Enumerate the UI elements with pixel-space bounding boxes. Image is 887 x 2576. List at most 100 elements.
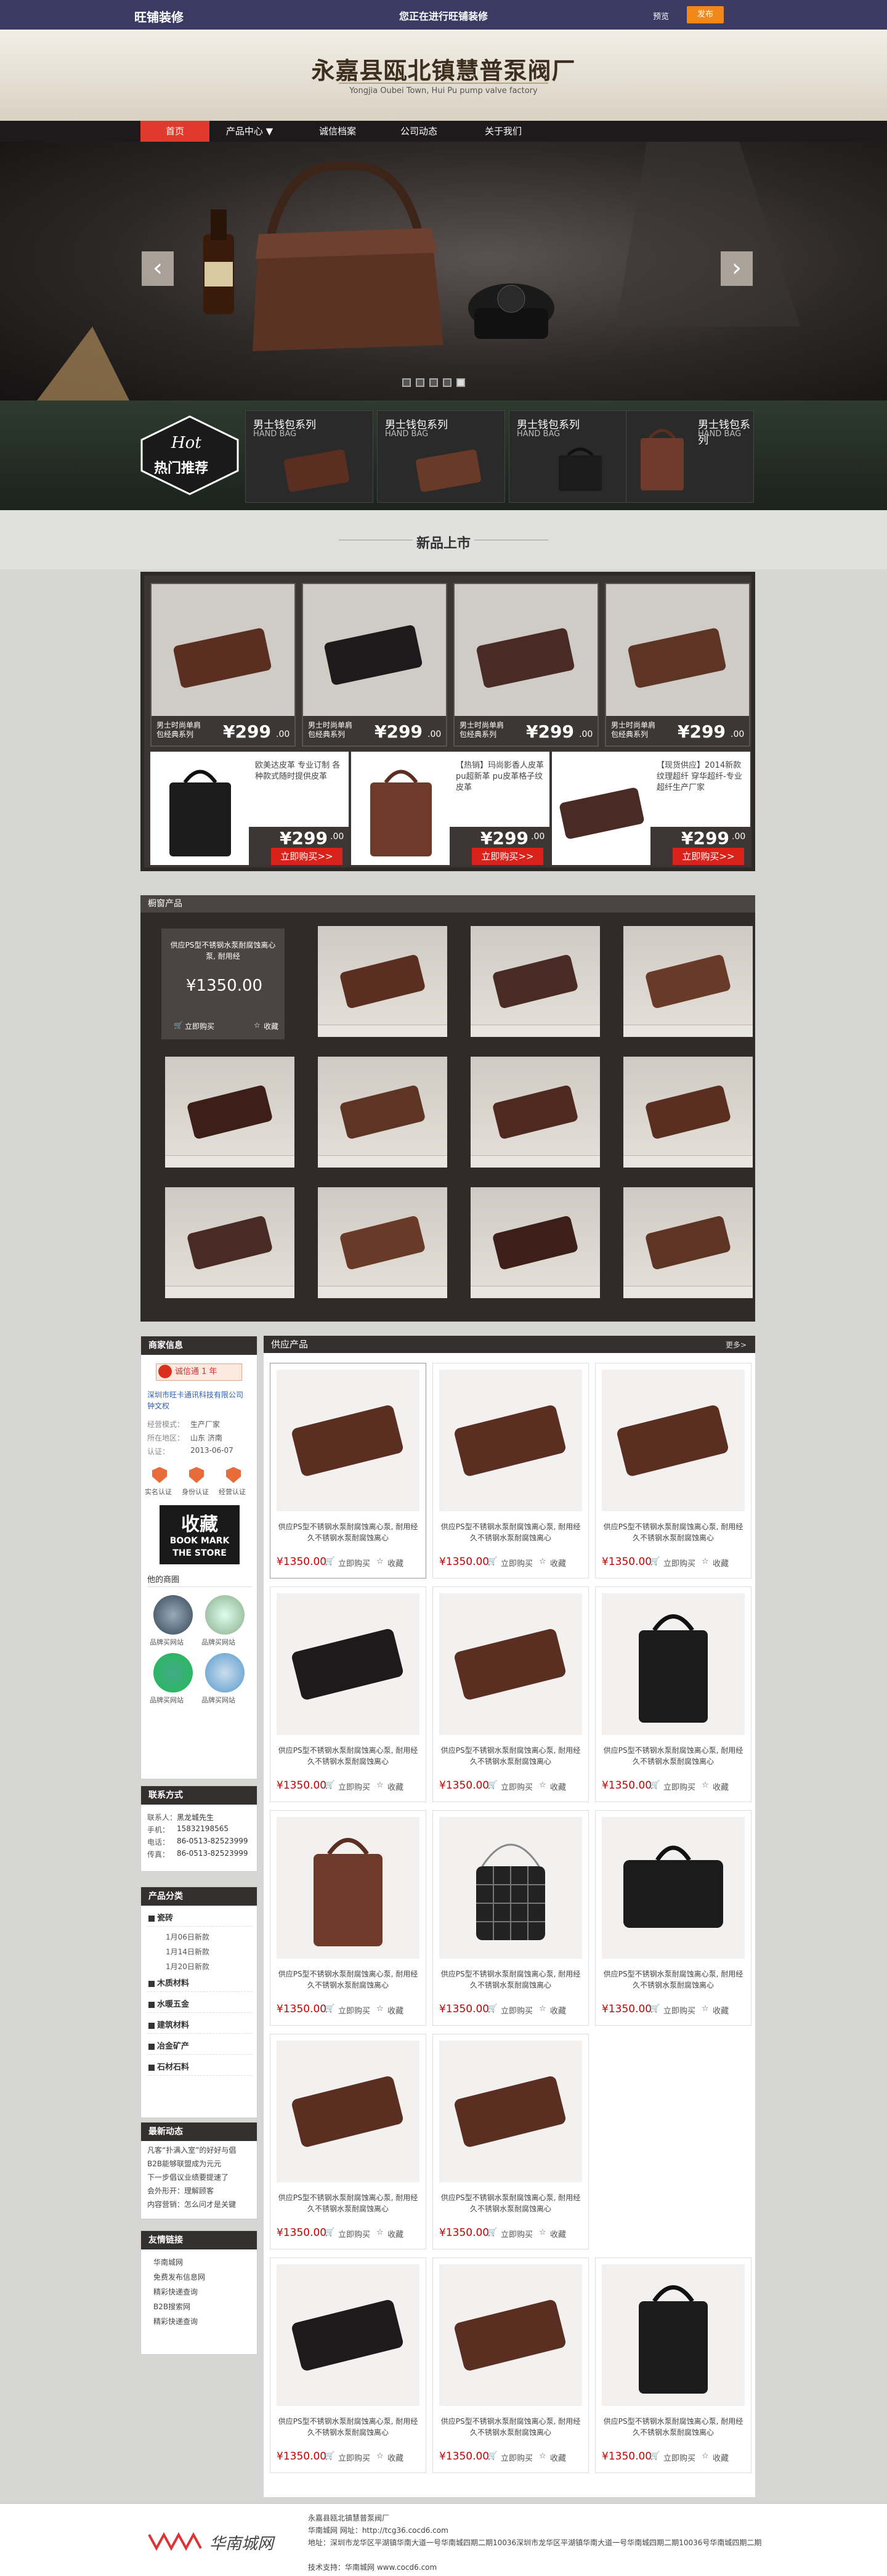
- buy-now-link[interactable]: 立即购买: [338, 2004, 370, 2016]
- product-image[interactable]: [602, 1370, 745, 1511]
- friend-link[interactable]: 华南城网: [153, 2257, 183, 2267]
- product-image[interactable]: [277, 1593, 419, 1735]
- category-group[interactable]: 冶金矿产: [147, 2039, 252, 2055]
- shop-logo-4[interactable]: [205, 1653, 245, 1692]
- shelf-product[interactable]: [318, 1187, 447, 1298]
- shop-logo-1[interactable]: [153, 1595, 193, 1635]
- cart-icon[interactable]: 🛒: [487, 1781, 497, 1790]
- news-item[interactable]: B2B能够联盟成为元元: [147, 2158, 256, 2169]
- banner-next-arrow[interactable]: ›: [721, 251, 753, 286]
- news-item[interactable]: 凡客“扑满入室”的好好与倡: [147, 2145, 256, 2155]
- shelf-product[interactable]: [623, 1057, 753, 1168]
- product-name[interactable]: 供应PS型不锈钢水泵耐腐蚀离心泵, 耐用经久不锈钢水泵耐腐蚀离心: [439, 2416, 582, 2438]
- new-product-card[interactable]: 男士时尚单肩包经典系列 ¥299 .00: [605, 583, 750, 747]
- hot-card[interactable]: 男士钱包系列 HAND BAG: [509, 410, 637, 503]
- news-item[interactable]: 下一步倡议业绩要提速了: [147, 2172, 256, 2182]
- shelf-product[interactable]: [623, 1187, 753, 1298]
- cart-icon[interactable]: 🛒: [325, 2452, 334, 2461]
- cart-icon[interactable]: 🛒: [487, 2004, 497, 2013]
- product-image[interactable]: [439, 1593, 582, 1735]
- cart-icon[interactable]: 🛒: [325, 1557, 334, 1566]
- product-name[interactable]: 供应PS型不锈钢水泵耐腐蚀离心泵, 耐用经久不锈钢水泵耐腐蚀离心: [439, 2192, 582, 2214]
- product-name[interactable]: 供应PS型不锈钢水泵耐腐蚀离心泵, 耐用经久不锈钢水泵耐腐蚀离心: [277, 2192, 419, 2214]
- product-image[interactable]: [439, 1817, 582, 1959]
- star-icon[interactable]: ☆: [376, 2004, 384, 2013]
- cart-icon[interactable]: 🛒: [650, 1557, 660, 1566]
- product-image[interactable]: [277, 1817, 419, 1959]
- preview-link[interactable]: 预览: [653, 10, 669, 22]
- product-image[interactable]: [439, 1370, 582, 1511]
- buy-now-link[interactable]: 立即购买: [338, 1557, 370, 1569]
- nav-news[interactable]: 公司动态: [382, 121, 456, 142]
- nav-products[interactable]: 产品中心 ▼: [209, 121, 290, 142]
- buy-now-link[interactable]: 立即购买: [338, 1781, 370, 1792]
- grid-product-card[interactable]: 供应PS型不锈钢水泵耐腐蚀离心泵, 耐用经久不锈钢水泵耐腐蚀离心 ¥1350.00…: [270, 2257, 426, 2473]
- cart-icon[interactable]: 🛒: [487, 2452, 497, 2461]
- cart-icon[interactable]: 🛒: [650, 1781, 660, 1790]
- category-group[interactable]: 建筑材料: [147, 2018, 252, 2034]
- grid-product-card[interactable]: 供应PS型不锈钢水泵耐腐蚀离心泵, 耐用经久不锈钢水泵耐腐蚀离心 ¥1350.00…: [432, 2034, 589, 2249]
- shelf-product[interactable]: [318, 1057, 447, 1168]
- product-name[interactable]: 供应PS型不锈钢水泵耐腐蚀离心泵, 耐用经久不锈钢水泵耐腐蚀离心: [602, 1521, 745, 1543]
- cart-icon[interactable]: 🛒: [325, 1781, 334, 1790]
- category-subitem[interactable]: 1月20日新款: [166, 1961, 209, 1972]
- shop-logo-2[interactable]: [205, 1595, 245, 1635]
- star-icon[interactable]: ☆: [702, 1781, 709, 1790]
- star-icon[interactable]: ☆: [376, 2452, 384, 2461]
- product-image[interactable]: [277, 1370, 419, 1511]
- category-group[interactable]: 木质材料: [147, 1976, 252, 1992]
- banner-dot-3[interactable]: [429, 378, 438, 387]
- product-image[interactable]: [602, 1817, 745, 1959]
- banner-dot-5[interactable]: [456, 378, 465, 387]
- nav-about[interactable]: 关于我们: [463, 121, 543, 142]
- favorite-link[interactable]: 收藏: [713, 2452, 729, 2463]
- product-name[interactable]: 供应PS型不锈钢水泵耐腐蚀离心泵, 耐用经久不锈钢水泵耐腐蚀离心: [277, 1745, 419, 1767]
- shop-label[interactable]: 品牌买网站: [150, 1695, 184, 1705]
- cart-icon[interactable]: 🛒: [325, 2004, 334, 2013]
- friend-link[interactable]: 精彩快递查询: [153, 2316, 198, 2326]
- buy-now-link[interactable]: 立即购买: [663, 2452, 695, 2463]
- category-group[interactable]: 水暖五金: [147, 1997, 252, 2013]
- favorite-link[interactable]: 收藏: [550, 2452, 566, 2463]
- product-name[interactable]: 供应PS型不锈钢水泵耐腐蚀离心泵, 耐用经久不锈钢水泵耐腐蚀离心: [277, 1521, 419, 1543]
- favorite-link[interactable]: 收藏: [713, 2004, 729, 2016]
- shop-logo-3[interactable]: [153, 1653, 193, 1692]
- grid-product-card[interactable]: 供应PS型不锈钢水泵耐腐蚀离心泵, 耐用经久不锈钢水泵耐腐蚀离心 ¥1350.00…: [595, 1810, 751, 2026]
- product-name[interactable]: 供应PS型不锈钢水泵耐腐蚀离心泵, 耐用经久不锈钢水泵耐腐蚀离心: [277, 2416, 419, 2438]
- favorite-link[interactable]: 收藏: [713, 1781, 729, 1792]
- new-product-card[interactable]: 男士时尚单肩包经典系列 ¥299 .00: [150, 583, 296, 747]
- buy-now-link[interactable]: 立即购买: [663, 1557, 695, 1569]
- grid-product-card[interactable]: 供应PS型不锈钢水泵耐腐蚀离心泵, 耐用经久不锈钢水泵耐腐蚀离心 ¥1350.00…: [432, 1363, 589, 1579]
- buy-now-link[interactable]: 立即购买: [338, 2452, 370, 2463]
- new-product-wide-card[interactable]: 欧美达皮革 专业订制 各种款式随时提供皮革 ¥299 .00 立即购买>>: [150, 752, 349, 865]
- favorite-link[interactable]: 收藏: [713, 1557, 729, 1569]
- product-image[interactable]: [439, 2041, 582, 2182]
- grid-product-card[interactable]: 供应PS型不锈钢水泵耐腐蚀离心泵, 耐用经久不锈钢水泵耐腐蚀离心 ¥1350.00…: [270, 1810, 426, 2026]
- buy-now-button[interactable]: 立即购买>>: [271, 848, 342, 865]
- grid-product-card[interactable]: 供应PS型不锈钢水泵耐腐蚀离心泵, 耐用经久不锈钢水泵耐腐蚀离心 ¥1350.00…: [432, 2257, 589, 2473]
- product-name[interactable]: 供应PS型不锈钢水泵耐腐蚀离心泵, 耐用经久不锈钢水泵耐腐蚀离心: [439, 1969, 582, 1991]
- bookmark-store-button[interactable]: 收藏 BOOK MARK THE STORE: [160, 1505, 240, 1564]
- buy-now-link[interactable]: 立即购买: [501, 2452, 533, 2463]
- product-name[interactable]: 供应PS型不锈钢水泵耐腐蚀离心泵, 耐用经久不锈钢水泵耐腐蚀离心: [602, 1745, 745, 1767]
- shop-label[interactable]: 品牌买网站: [150, 1637, 184, 1647]
- product-image[interactable]: [277, 2264, 419, 2406]
- shop-label[interactable]: 品牌买网站: [201, 1637, 235, 1647]
- news-item[interactable]: 会外形开：理解顾客: [147, 2185, 256, 2196]
- product-name[interactable]: 供应PS型不锈钢水泵耐腐蚀离心泵, 耐用经久不锈钢水泵耐腐蚀离心: [602, 2416, 745, 2438]
- grid-product-card[interactable]: 供应PS型不锈钢水泵耐腐蚀离心泵, 耐用经久不锈钢水泵耐腐蚀离心 ¥1350.00…: [595, 1587, 751, 1802]
- buy-now-link[interactable]: 立即购买: [501, 2004, 533, 2016]
- cart-icon[interactable]: 🛒: [487, 2228, 497, 2237]
- buy-now-link[interactable]: 立即购买: [501, 1781, 533, 1792]
- shelf-product[interactable]: [318, 926, 447, 1037]
- category-group[interactable]: 石材石料: [147, 2060, 252, 2076]
- favorite-link[interactable]: 收藏: [387, 2452, 403, 2463]
- star-icon[interactable]: ☆: [702, 2452, 709, 2461]
- shelf-product[interactable]: [623, 926, 753, 1037]
- buy-now-button[interactable]: 立即购买>>: [673, 848, 744, 865]
- favorite-link[interactable]: 收藏: [387, 1557, 403, 1569]
- friend-link[interactable]: 精彩快递查询: [153, 2286, 198, 2297]
- friend-link[interactable]: 免费发布信息网: [153, 2272, 205, 2282]
- star-icon[interactable]: ☆: [702, 1557, 709, 1566]
- star-icon[interactable]: ☆: [376, 1557, 384, 1566]
